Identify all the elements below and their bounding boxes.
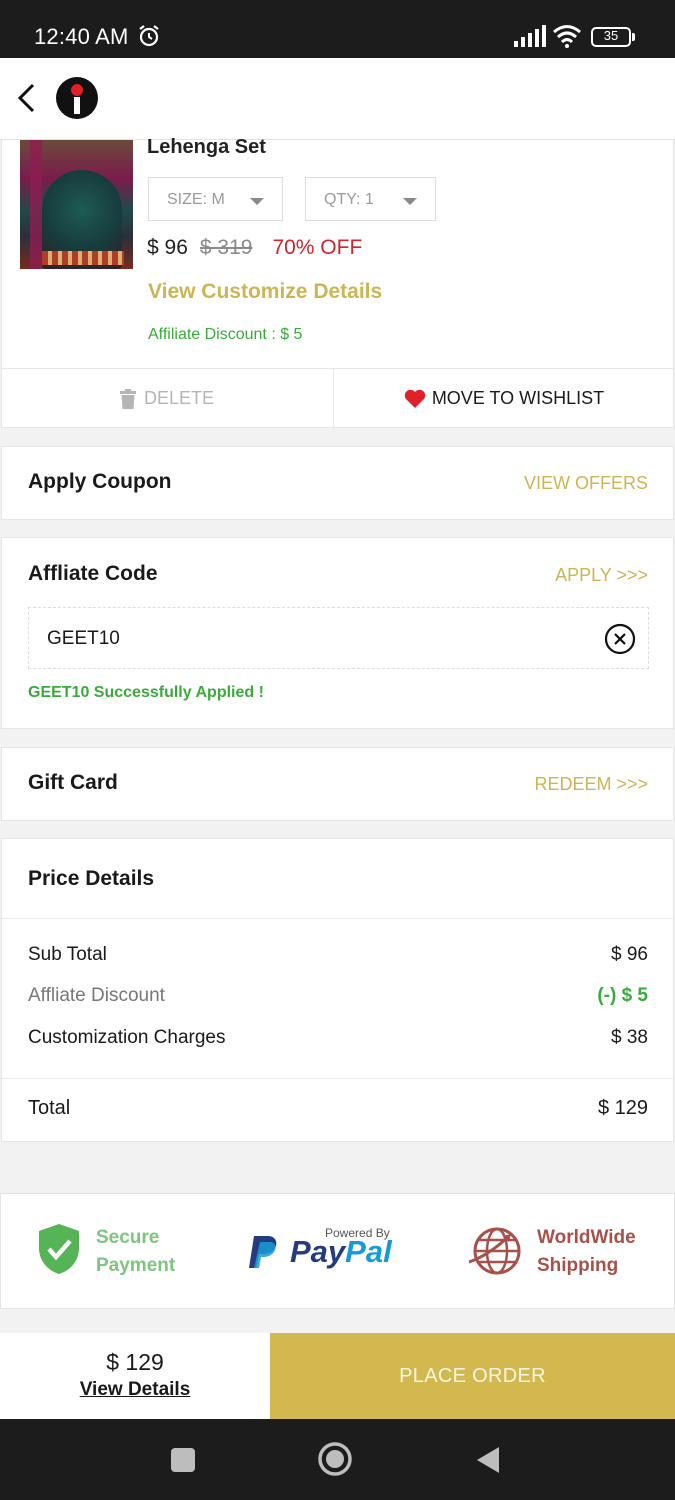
card-actions: DELETE MOVE TO WISHLIST (1, 368, 674, 428)
price-details-section: Price Details Sub Total $ 96 Affliate Di… (1, 838, 674, 1142)
apply-coupon-section: Apply Coupon VIEW OFFERS (1, 446, 674, 520)
size-select-label: SIZE: M (167, 191, 225, 208)
paypal-pal: Pal (345, 1234, 392, 1269)
trust-banner: Secure Payment Powered By PayPal WorldWi… (0, 1193, 675, 1309)
discount-percent: 70% OFF (272, 236, 363, 259)
wishlist-label: MOVE TO WISHLIST (431, 388, 605, 408)
checkout-bar: $ 129 View Details PLACE ORDER (0, 1333, 675, 1419)
worldwide-line: WorldWide (537, 1227, 636, 1248)
bottom-total: $ 129 (106, 1349, 164, 1375)
wifi-icon (553, 25, 581, 48)
shipping-line: Shipping (537, 1255, 619, 1276)
move-to-wishlist-button[interactable]: MOVE TO WISHLIST (334, 369, 674, 428)
brand-logo-icon[interactable] (55, 76, 99, 120)
trash-icon (119, 388, 136, 409)
battery-level: 35 (603, 28, 619, 43)
secure-payment-text: Secure Payment (96, 1224, 175, 1280)
sub-total-row: Sub Total $ 96 (28, 944, 648, 972)
shield-check-icon (39, 1224, 79, 1274)
redeem-link[interactable]: REDEEM >>> (534, 774, 648, 795)
affiliate-code-value: GEET10 (47, 628, 120, 649)
signal-icon (514, 25, 546, 47)
price-current: $ 96 (147, 236, 188, 259)
affiliate-code-input[interactable]: GEET10 (28, 607, 649, 669)
heart-icon (404, 389, 426, 408)
total-label: Total (28, 1097, 71, 1119)
affiliate-discount-label: Affliate Discount (28, 985, 165, 1006)
app-header (0, 58, 675, 140)
clear-icon[interactable] (604, 623, 636, 655)
apply-affiliate-link[interactable]: APPLY >>> (555, 565, 648, 586)
sub-total-label: Sub Total (28, 944, 107, 965)
back-icon[interactable] (12, 80, 42, 116)
delete-label: DELETE (143, 388, 215, 408)
affiliate-discount-value: (-) $ 5 (597, 985, 648, 1006)
secure-line: Secure (96, 1227, 160, 1248)
alarm-icon (139, 25, 159, 47)
system-nav-bar (0, 1419, 675, 1500)
view-details-link[interactable]: View Details (0, 1379, 270, 1401)
affiliate-discount-row: Affliate Discount (-) $ 5 (28, 985, 648, 1013)
paypal-pay: Pay (290, 1234, 346, 1269)
paypal-wordmark: PayPal (290, 1234, 392, 1270)
affiliate-code-section: Affliate Code APPLY >>> GEET10 GEET10 Su… (1, 537, 674, 729)
apply-coupon-title: Apply Coupon (28, 470, 172, 493)
status-time: 12:40 AM (34, 24, 129, 49)
customization-charges-row: Customization Charges $ 38 (28, 1027, 648, 1055)
total-value: $ 129 (597, 1097, 648, 1119)
paypal-logo-icon (249, 1236, 277, 1268)
view-customize-details-link[interactable]: View Customize Details (148, 280, 382, 304)
size-select[interactable]: SIZE: M (148, 177, 283, 221)
affiliate-discount-note: Affiliate Discount : $ 5 (148, 326, 303, 343)
sub-total-value: $ 96 (611, 944, 648, 965)
qty-select-label: QTY: 1 (324, 191, 374, 208)
battery-icon: 35 (591, 27, 635, 47)
total-row: Total $ 129 (28, 1097, 648, 1125)
divider (2, 918, 673, 919)
qty-select[interactable]: QTY: 1 (305, 177, 436, 221)
product-image[interactable] (20, 140, 133, 269)
price-original: $ 319 (199, 236, 253, 259)
customization-charges-value: $ 38 (611, 1027, 648, 1048)
status-bar: 12:40 AM 35 (0, 0, 675, 58)
affiliate-success-message: GEET10 Successfully Applied ! (28, 684, 264, 701)
divider (2, 1078, 673, 1079)
customization-charges-label: Customization Charges (28, 1027, 226, 1048)
gift-card-title: Gift Card (28, 771, 118, 794)
place-order-button[interactable]: PLACE ORDER (270, 1333, 675, 1419)
nav-back-icon[interactable] (475, 1445, 501, 1475)
home-icon[interactable] (317, 1441, 353, 1477)
view-offers-link[interactable]: VIEW OFFERS (524, 473, 648, 494)
globe-shipping-icon (468, 1227, 521, 1275)
price-details-title: Price Details (28, 867, 155, 890)
caret-down-icon (250, 198, 264, 205)
caret-down-icon (403, 198, 417, 205)
affiliate-code-title: Affliate Code (28, 562, 158, 585)
cart-item-card: Lehenga Set SIZE: M QTY: 1 $ 96 $ 319 70… (1, 136, 674, 428)
worldwide-shipping-text: WorldWide Shipping (537, 1224, 636, 1280)
payment-line: Payment (96, 1255, 176, 1276)
price-row: $ 96 $ 319 70% OFF (147, 236, 362, 266)
recents-icon[interactable] (171, 1448, 195, 1472)
product-name: Lehenga Set (147, 136, 266, 158)
delete-button[interactable]: DELETE (1, 369, 334, 428)
gift-card-section: Gift Card REDEEM >>> (1, 747, 674, 821)
